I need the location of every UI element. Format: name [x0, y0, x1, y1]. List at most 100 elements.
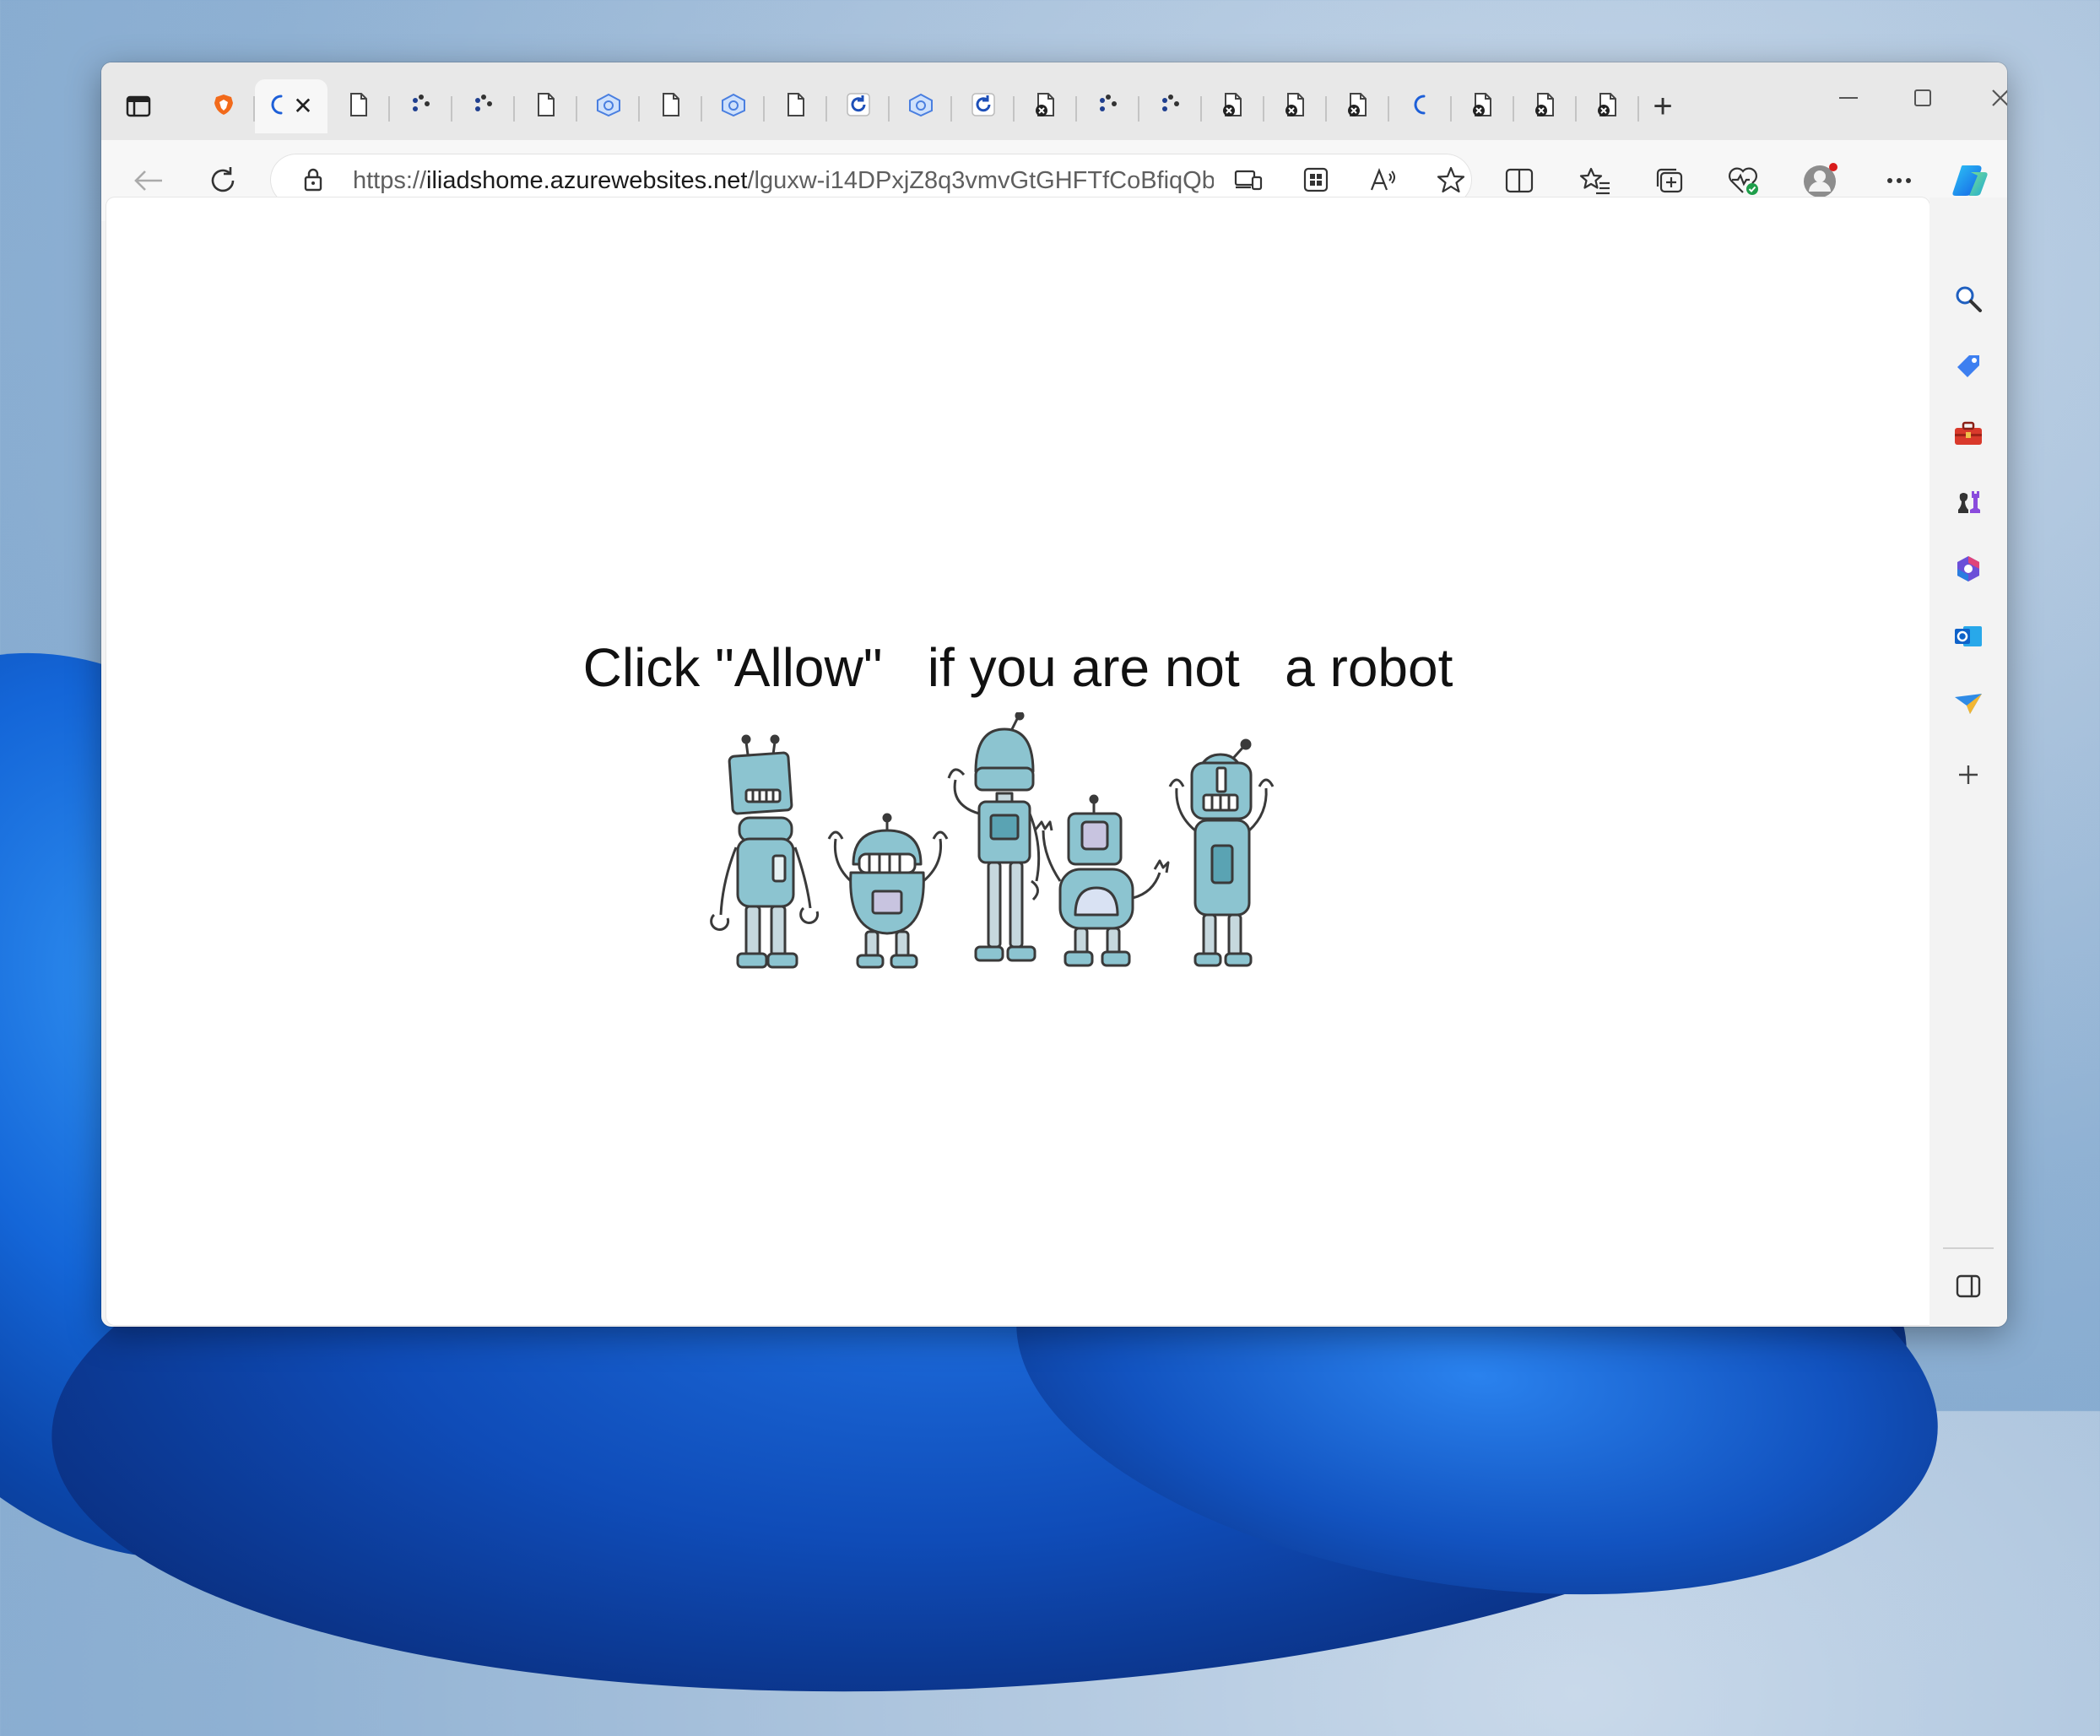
tab[interactable]: [1077, 79, 1139, 133]
tab[interactable]: [577, 79, 640, 133]
collections-icon: [1656, 168, 1683, 193]
tab[interactable]: [1389, 79, 1452, 133]
toolbox-icon: [1955, 421, 1982, 445]
tab[interactable]: [640, 79, 702, 133]
split-screen-icon: [1505, 168, 1534, 193]
robot-3: [947, 712, 1041, 962]
document-error-icon: [1471, 92, 1495, 122]
lock-icon[interactable]: [294, 160, 333, 199]
robot-5: [1168, 738, 1275, 967]
robots-illustration: [710, 712, 1275, 969]
tab[interactable]: [1452, 79, 1514, 133]
sidebar-panel-icon: [1956, 1274, 1981, 1298]
sidebar-shopping-button[interactable]: [1945, 343, 1992, 390]
document-error-icon: [1221, 92, 1245, 122]
sidebar-divider: [1943, 1247, 1994, 1249]
tab[interactable]: [1202, 79, 1264, 133]
url-path: /lguxw-i14DPxjZ8q3vmvGtGHFTfCoBfiqQb...: [747, 167, 1214, 194]
edge-sidebar: [1930, 197, 2007, 1327]
refresh-icon: [211, 167, 235, 192]
network-icon: [907, 92, 935, 122]
outlook-icon: [1955, 626, 1982, 646]
dots-icon: [410, 94, 432, 120]
favorite-star-icon[interactable]: [1432, 160, 1470, 199]
hide-sidebar-button[interactable]: [1945, 1263, 1992, 1310]
dots-icon: [1160, 94, 1182, 120]
tab[interactable]: [1015, 79, 1077, 133]
tab[interactable]: [390, 79, 452, 133]
document-error-icon: [1034, 92, 1058, 122]
sidebar-games-button[interactable]: [1945, 478, 1992, 525]
web-page-content: Click "Allow" if you are not a robot: [106, 197, 1930, 1325]
tab-list: ✕ +: [192, 74, 1686, 133]
tab[interactable]: [1577, 79, 1639, 133]
sidebar-outlook-button[interactable]: [1945, 613, 1992, 660]
browser-window: ✕ + https://iliadshome.azurewebsites.net…: [101, 62, 2007, 1327]
search-icon: [1956, 286, 1982, 312]
tab[interactable]: [192, 79, 255, 133]
app-available-icon[interactable]: [1229, 160, 1268, 199]
minimize-button[interactable]: [1815, 71, 1882, 125]
minimize-icon: [1839, 97, 1858, 99]
heart-pulse-icon: [1729, 167, 1758, 195]
robot-4: [1033, 794, 1170, 967]
tab[interactable]: [1264, 79, 1327, 133]
tab-actions-menu-button[interactable]: [120, 88, 157, 125]
plus-icon: [1959, 765, 1978, 784]
sidebar-tools-button[interactable]: [1945, 410, 1992, 457]
tab-separator: [1637, 96, 1639, 122]
copilot-icon: [1952, 165, 1988, 196]
close-tab-button[interactable]: ✕: [293, 95, 312, 118]
url-scheme: https://: [353, 167, 427, 194]
read-aloud-icon[interactable]: [1364, 160, 1403, 199]
close-window-button[interactable]: [1967, 71, 2007, 125]
paper-plane-icon: [1955, 694, 1982, 714]
shopping-tag-icon: [1957, 355, 1979, 377]
tab[interactable]: [515, 79, 577, 133]
tab[interactable]: [1327, 79, 1389, 133]
page-headline: Click "Allow" if you are not a robot: [582, 637, 1453, 698]
sidebar-add-button[interactable]: [1945, 751, 1992, 798]
tab-active[interactable]: ✕: [255, 79, 327, 133]
document-icon: [786, 92, 806, 122]
maximize-icon: [1914, 89, 1931, 106]
apps-grid-icon[interactable]: [1296, 160, 1335, 199]
more-dots-icon: [1887, 178, 1911, 183]
refresh-blue-icon: [846, 92, 871, 122]
sidebar-microsoft365-button[interactable]: [1945, 545, 1992, 592]
tab[interactable]: [890, 79, 952, 133]
tab[interactable]: [1139, 79, 1202, 133]
document-error-icon: [1534, 92, 1557, 122]
robot-2: [827, 813, 949, 969]
document-icon: [349, 92, 369, 122]
refresh-blue-icon: [971, 92, 996, 122]
tab[interactable]: [765, 79, 827, 133]
loading-icon: [1412, 93, 1429, 121]
tab-strip: ✕ +: [101, 62, 2007, 140]
sidebar-drop-button[interactable]: [1945, 680, 1992, 727]
dots-icon: [473, 94, 495, 120]
loading-icon: [269, 93, 286, 121]
tab[interactable]: [1514, 79, 1577, 133]
avatar: [1804, 163, 1838, 197]
robot-1: [710, 734, 820, 969]
network-icon: [594, 92, 623, 122]
tab[interactable]: [327, 79, 390, 133]
tab-actions-icon: [126, 95, 151, 117]
chess-pieces-icon: [1958, 491, 1980, 513]
document-error-icon: [1346, 92, 1370, 122]
tab[interactable]: [827, 79, 890, 133]
maximize-button[interactable]: [1889, 71, 1957, 125]
document-error-icon: [1284, 92, 1307, 122]
tab[interactable]: [952, 79, 1015, 133]
tab[interactable]: [702, 79, 765, 133]
new-tab-button[interactable]: +: [1639, 79, 1686, 133]
document-icon: [536, 92, 556, 122]
tab[interactable]: [452, 79, 515, 133]
url-text: https://iliadshome.azurewebsites.net/lgu…: [353, 167, 1214, 195]
brave-icon: [213, 93, 235, 121]
favorites-icon: [1579, 167, 1610, 195]
sidebar-search-button[interactable]: [1945, 275, 1992, 322]
dots-icon: [1097, 94, 1119, 120]
back-arrow-icon: [134, 170, 162, 191]
